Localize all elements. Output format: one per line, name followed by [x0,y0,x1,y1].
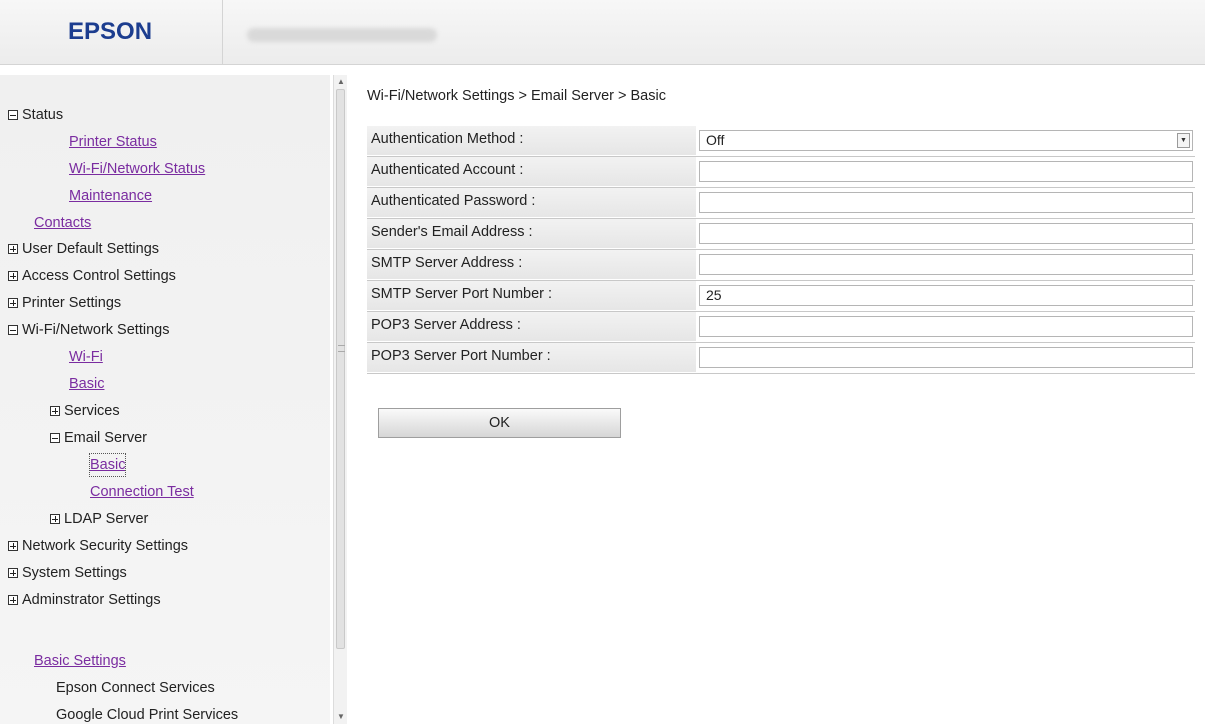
field-label: Authenticated Account : [367,157,696,186]
sidebar-item-contacts[interactable]: Contacts [34,212,91,234]
form-row-authentication-method: Authentication Method : Off ▼ [367,126,1195,157]
scroll-up-icon[interactable]: ▲ [334,75,348,89]
sidebar-item-system-settings[interactable]: System Settings [8,562,127,584]
sidebar-item-label[interactable]: Wi-Fi [69,346,103,368]
authenticated-account-input[interactable] [699,161,1193,182]
smtp-server-port-input[interactable]: 25 [699,285,1193,306]
sidebar-item-network-basic[interactable]: Basic [69,373,104,395]
sidebar-item-label: Wi-Fi/Network Settings [22,322,170,338]
sidebar-item-services[interactable]: Services [50,400,120,422]
sidebar-item-printer-settings[interactable]: Printer Settings [8,292,121,314]
sidebar-item-label[interactable]: Connection Test [90,481,194,503]
form-row-authenticated-account: Authenticated Account : [367,157,1195,188]
collapse-icon[interactable] [50,433,60,443]
field-label: POP3 Server Port Number : [367,343,696,372]
sidebar-item-wifi-network-status[interactable]: Wi-Fi/Network Status [69,158,205,180]
expand-icon[interactable] [8,298,18,308]
expand-icon[interactable] [8,541,18,551]
sidebar-item-label: Printer Settings [22,295,122,311]
sidebar-item-wifi-network-settings[interactable]: Wi-Fi/Network Settings [8,319,169,341]
sidebar-item-label[interactable]: Basic Settings [34,650,126,672]
sidebar-item-label: Status [22,107,64,123]
sidebar-item-ldap-server[interactable]: LDAP Server [50,508,148,530]
sidebar-item-access-control-settings[interactable]: Access Control Settings [8,265,176,287]
ok-button[interactable]: OK [378,408,621,438]
authentication-method-select[interactable]: Off ▼ [699,130,1193,151]
field-label: SMTP Server Address : [367,250,696,279]
sidebar-item-status[interactable]: Status [8,104,63,126]
sidebar-item-label: Network Security Settings [22,538,189,554]
field-label: Authentication Method : [367,126,696,155]
pop3-server-port-input[interactable] [699,347,1193,368]
sidebar-item-email-basic[interactable]: Basic [88,453,127,477]
sidebar-nav: Status Printer Status Wi-Fi/Network Stat… [0,75,330,724]
sidebar-item-adminstrator-settings[interactable]: Adminstrator Settings [8,589,161,611]
sidebar-item-label[interactable]: Contacts [34,212,91,234]
scrollbar-thumb[interactable] [336,89,345,649]
pop3-server-address-input[interactable] [699,316,1193,337]
sidebar-item-epson-connect-services[interactable]: Epson Connect Services [56,677,215,699]
logo-area: EPSON [0,0,223,64]
grip-icon [338,345,345,352]
form-row-smtp-server-address: SMTP Server Address : [367,250,1195,281]
sidebar-item-label: System Settings [22,565,127,581]
header-bar: EPSON [0,0,1205,65]
sidebar-item-user-default-settings[interactable]: User Default Settings [8,238,159,260]
form-row-smtp-server-port: SMTP Server Port Number : 25 [367,281,1195,312]
sidebar-item-label[interactable]: Maintenance [69,185,152,207]
field-label: Sender's Email Address : [367,219,696,248]
sidebar-item-basic-settings[interactable]: Basic Settings [34,650,126,672]
expand-icon[interactable] [8,568,18,578]
printer-model-name [247,28,437,42]
form-row-sender-email: Sender's Email Address : [367,219,1195,250]
smtp-server-address-input[interactable] [699,254,1193,275]
sidebar-item-label[interactable]: Printer Status [69,131,157,153]
sidebar-item-printer-status[interactable]: Printer Status [69,131,157,153]
field-label: SMTP Server Port Number : [367,281,696,310]
expand-icon[interactable] [8,271,18,281]
sidebar-item-label[interactable]: Basic [88,453,127,477]
epson-logo: EPSON [68,18,153,45]
expand-icon[interactable] [50,514,60,524]
expand-icon[interactable] [50,406,60,416]
authenticated-password-input[interactable] [699,192,1193,213]
sidebar-item-connection-test[interactable]: Connection Test [90,481,194,503]
sidebar-item-network-security-settings[interactable]: Network Security Settings [8,535,188,557]
select-value: Off [706,132,725,148]
form-row-authenticated-password: Authenticated Password : [367,188,1195,219]
expand-icon[interactable] [8,595,18,605]
scroll-down-icon[interactable]: ▼ [334,710,348,724]
sidebar-item-label[interactable]: Wi-Fi/Network Status [69,158,205,180]
sidebar-item-label: User Default Settings [22,241,160,257]
form-row-pop3-server-port: POP3 Server Port Number : [367,343,1195,374]
field-label: Authenticated Password : [367,188,696,217]
sender-email-input[interactable] [699,223,1193,244]
sidebar-item-label: Access Control Settings [22,268,176,284]
sidebar-scrollbar[interactable]: ▲ ▼ [333,75,348,724]
sidebar-item-label[interactable]: Basic [69,373,104,395]
breadcrumb: Wi-Fi/Network Settings > Email Server > … [367,88,666,104]
main-content: Wi-Fi/Network Settings > Email Server > … [347,75,1205,724]
sidebar-item-maintenance[interactable]: Maintenance [69,185,152,207]
field-label: POP3 Server Address : [367,312,696,341]
sidebar-item-label: Google Cloud Print Services [56,707,239,723]
sidebar-item-label: Adminstrator Settings [22,592,161,608]
sidebar-item-google-cloud-print-services[interactable]: Google Cloud Print Services [56,704,238,726]
collapse-icon[interactable] [8,110,18,120]
sidebar-item-label: LDAP Server [64,511,149,527]
sidebar-item-email-server[interactable]: Email Server [50,427,147,449]
sidebar-item-wifi[interactable]: Wi-Fi [69,346,103,368]
expand-icon[interactable] [8,244,18,254]
collapse-icon[interactable] [8,325,18,335]
form-row-pop3-server-address: POP3 Server Address : [367,312,1195,343]
sidebar-item-label: Email Server [64,430,147,446]
chevron-down-icon[interactable]: ▼ [1177,133,1190,148]
sidebar-item-label: Epson Connect Services [56,680,215,696]
sidebar-item-label: Services [64,403,120,419]
